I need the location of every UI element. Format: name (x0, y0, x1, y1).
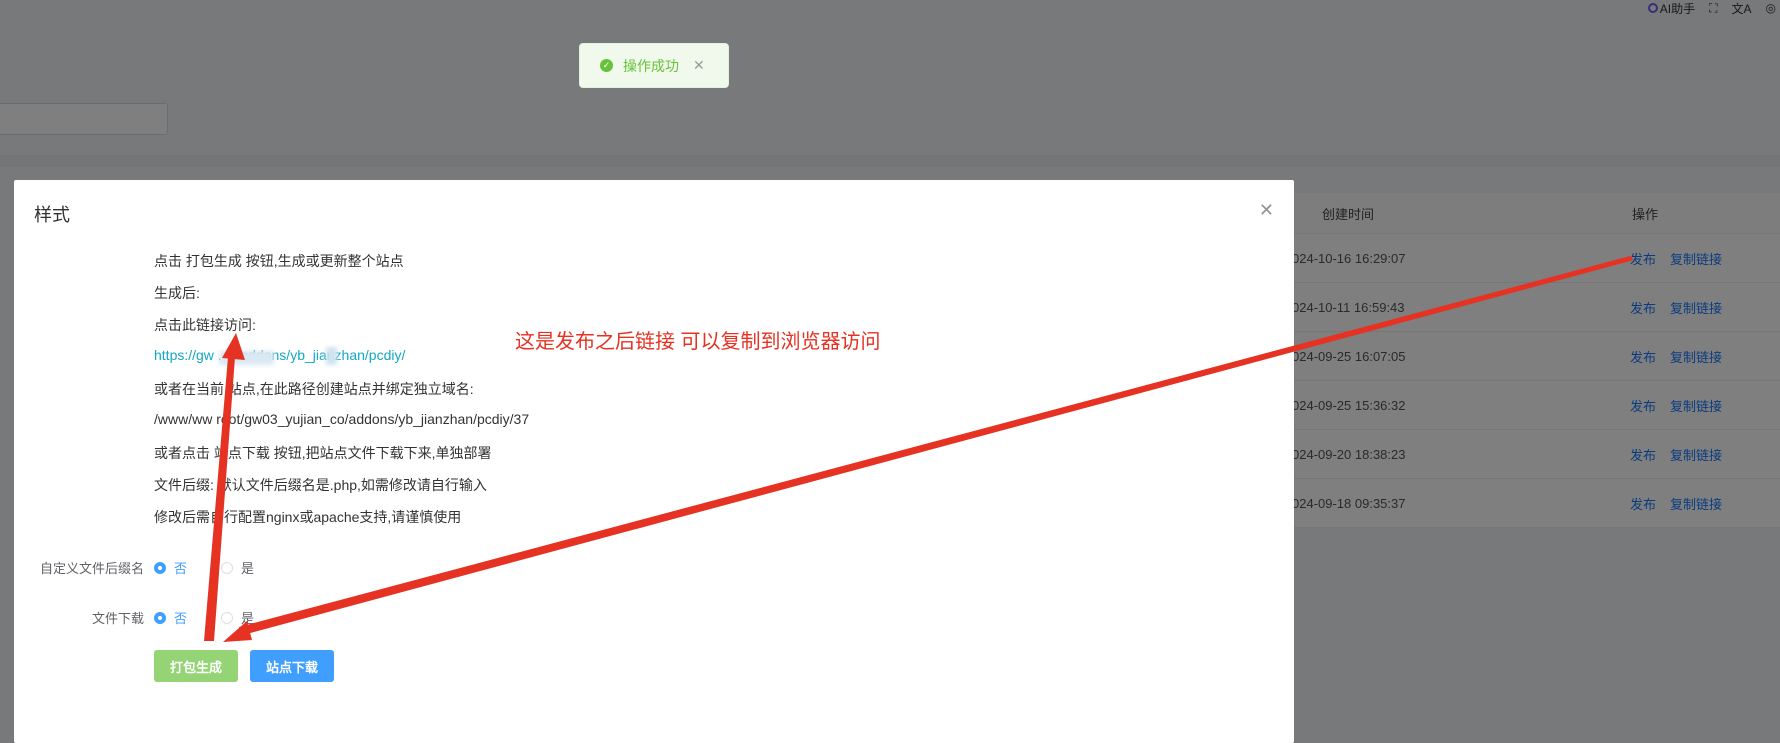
radio-label: 是 (241, 611, 255, 626)
info-line: /www/ww root/gw03_yujian_co/addons/yb_ji… (154, 411, 530, 427)
info-line: 或者在当前 站点,在此路径创建站点并绑定独立域名: (154, 381, 474, 397)
radio-dot (221, 611, 233, 624)
info-line: 点击 打包生成 按钮,生成或更新整个站点 (154, 253, 404, 269)
radio-dot (154, 611, 166, 624)
site-link[interactable]: https://gw .co/addons/yb_jianzhan/pcdiy/ (154, 347, 405, 363)
radio-label: 否 (174, 561, 188, 576)
radio-dot (221, 561, 233, 574)
success-toast: ✓ 操作成功 ✕ (579, 43, 729, 88)
download-label: 文件下载 (91, 611, 144, 626)
toast-message: 操作成功 (623, 57, 679, 74)
check-circle-icon: ✓ (600, 59, 613, 72)
toast-close-icon[interactable]: ✕ (693, 57, 705, 74)
info-line: 修改后需自行配置nginx或apache支持,请谨慎使用 (154, 509, 462, 525)
radio-label: 否 (174, 611, 188, 626)
dialog-title: 样式 (34, 205, 70, 225)
close-icon[interactable]: ✕ (1259, 200, 1274, 221)
pack-generate-button[interactable]: 打包生成 (154, 650, 238, 682)
annotation-text: 这是发布之后链接 可以复制到浏览器访问 (515, 331, 881, 353)
style-dialog: 样式 ✕ 点击 打包生成 按钮,生成或更新整个站点 生成后: 点击此链接访问: … (14, 180, 1294, 743)
radio-dot (154, 561, 166, 574)
suffix-radio-yes[interactable]: 是 (221, 558, 254, 577)
info-line: 生成后: (154, 285, 200, 301)
info-line: 文件后缀: 默认文件后缀名是.php,如需修改请自行输入 (154, 477, 487, 493)
suffix-label: 自定义文件后缀名 (39, 561, 144, 576)
radio-label: 是 (241, 561, 255, 576)
site-download-button[interactable]: 站点下载 (250, 650, 334, 682)
info-line: 或者点击 站点下载 按钮,把站点文件下载下来,单独部署 (154, 445, 492, 461)
download-radio-no[interactable]: 否 (154, 608, 187, 627)
download-radio-yes[interactable]: 是 (221, 608, 254, 627)
redaction-blur (219, 351, 274, 365)
redaction-blur (326, 347, 337, 365)
info-line: 点击此链接访问: (154, 317, 256, 333)
suffix-radio-no[interactable]: 否 (154, 558, 187, 577)
